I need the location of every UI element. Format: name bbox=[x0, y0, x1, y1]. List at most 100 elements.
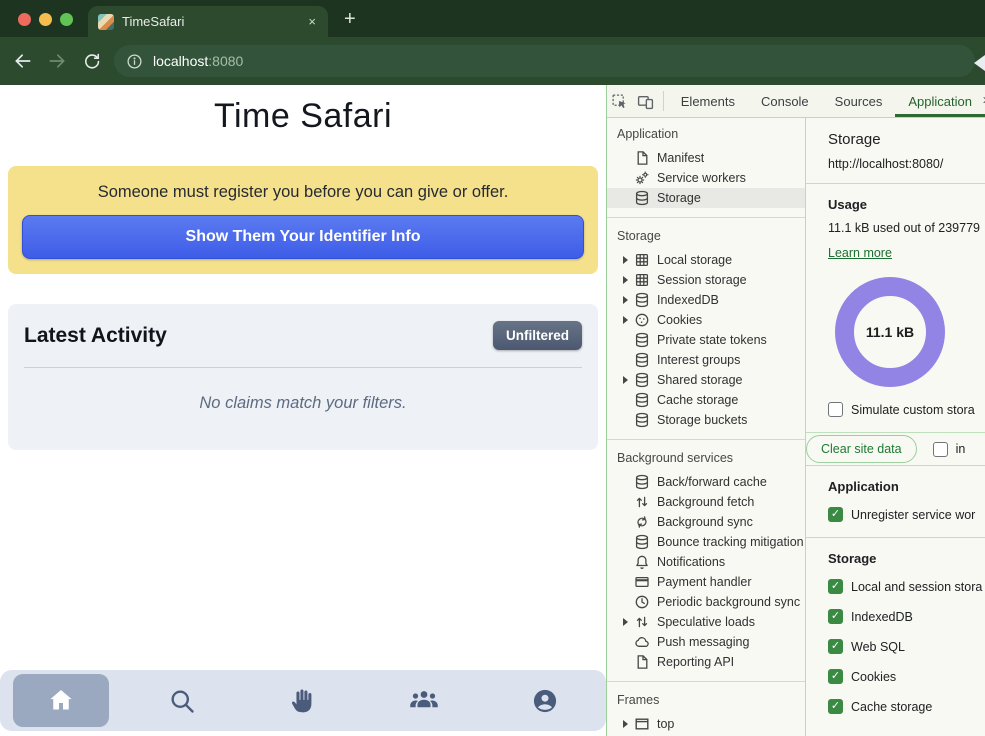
cookies-row: Cookies bbox=[828, 669, 985, 684]
people-icon bbox=[409, 686, 439, 716]
cookie-icon bbox=[634, 312, 650, 328]
nav-offers[interactable] bbox=[242, 670, 363, 731]
tree-item-manifest[interactable]: Manifest bbox=[607, 148, 805, 168]
indexeddb-checkbox[interactable] bbox=[828, 609, 843, 624]
show-identifier-info-button[interactable]: Show Them Your Identifier Info bbox=[22, 215, 584, 259]
usage-text: 11.1 kB used out of 239779 bbox=[828, 221, 985, 235]
close-tab-icon[interactable]: × bbox=[306, 14, 318, 29]
section-header: Storage bbox=[607, 218, 805, 250]
reload-button[interactable] bbox=[74, 44, 108, 78]
tree-item-payment-handler[interactable]: Payment handler bbox=[607, 572, 805, 592]
nav-contacts[interactable] bbox=[364, 670, 485, 731]
tree-item-background-fetch[interactable]: Background fetch bbox=[607, 492, 805, 512]
expand-arrow-icon[interactable] bbox=[623, 720, 634, 728]
expand-arrow-icon[interactable] bbox=[623, 256, 634, 264]
back-button[interactable] bbox=[6, 44, 40, 78]
devtools-toolbar: Elements Console Sources Application » bbox=[607, 85, 985, 118]
tree-item-back-forward-cache[interactable]: Back/forward cache bbox=[607, 472, 805, 492]
unfiltered-button[interactable]: Unfiltered bbox=[493, 321, 582, 350]
local-session-storage-checkbox[interactable] bbox=[828, 579, 843, 594]
mouse-cursor bbox=[974, 55, 985, 71]
tree-item-background-sync[interactable]: Background sync bbox=[607, 512, 805, 532]
expand-arrow-icon[interactable] bbox=[623, 276, 634, 284]
web-sql-row: Web SQL bbox=[828, 639, 985, 654]
address-bar[interactable]: localhost:8080 bbox=[114, 45, 975, 77]
tree-item-speculative-loads[interactable]: Speculative loads bbox=[607, 612, 805, 632]
nav-home[interactable] bbox=[0, 670, 121, 731]
application-heading: Application bbox=[828, 479, 985, 494]
hand-icon bbox=[289, 687, 317, 715]
tree-item-periodic-background-sync[interactable]: Periodic background sync bbox=[607, 592, 805, 612]
expand-arrow-icon[interactable] bbox=[623, 376, 634, 384]
tree-item-bounce-tracking-mitigation[interactable]: Bounce tracking mitigation bbox=[607, 532, 805, 552]
tab-console[interactable]: Console bbox=[748, 85, 822, 117]
tab-elements[interactable]: Elements bbox=[668, 85, 748, 117]
tree-item-cache-storage[interactable]: Cache storage bbox=[607, 390, 805, 410]
nav-search[interactable] bbox=[121, 670, 242, 731]
clock-icon bbox=[634, 594, 650, 610]
minimize-window-button[interactable] bbox=[39, 13, 52, 26]
divider bbox=[24, 367, 582, 368]
tab-sources[interactable]: Sources bbox=[822, 85, 896, 117]
include-cookies-label: in bbox=[956, 442, 966, 456]
tree-item-push-messaging[interactable]: Push messaging bbox=[607, 632, 805, 652]
browser-window: TimeSafari × + localhost:8080 Time Safar… bbox=[0, 0, 985, 736]
cookies-label: Cookies bbox=[851, 670, 896, 684]
tab-application[interactable]: Application bbox=[895, 85, 985, 117]
tree-item-reporting-api[interactable]: Reporting API bbox=[607, 652, 805, 672]
devtools-panel: Elements Console Sources Application » A… bbox=[606, 85, 985, 736]
tree-item-private-state-tokens[interactable]: Private state tokens bbox=[607, 330, 805, 350]
database-icon bbox=[634, 292, 650, 308]
bottom-navigation bbox=[0, 670, 606, 731]
clear-site-data-button[interactable]: Clear site data bbox=[806, 435, 917, 463]
tree-item-notifications[interactable]: Notifications bbox=[607, 552, 805, 572]
tree-item-session-storage[interactable]: Session storage bbox=[607, 270, 805, 290]
profile-icon bbox=[531, 687, 559, 715]
tree-item-cookies[interactable]: Cookies bbox=[607, 310, 805, 330]
indexeddb-row: IndexedDB bbox=[828, 609, 985, 624]
tab-strip: TimeSafari × + bbox=[0, 0, 985, 37]
device-toolbar-button[interactable] bbox=[633, 85, 659, 117]
cookies-checkbox[interactable] bbox=[828, 669, 843, 684]
close-window-button[interactable] bbox=[18, 13, 31, 26]
tree-item-shared-storage[interactable]: Shared storage bbox=[607, 370, 805, 390]
tree-item-indexeddb[interactable]: IndexedDB bbox=[607, 290, 805, 310]
web-sql-checkbox[interactable] bbox=[828, 639, 843, 654]
expand-arrow-icon[interactable] bbox=[623, 296, 634, 304]
section-header: Application bbox=[607, 118, 805, 148]
expand-arrow-icon[interactable] bbox=[623, 618, 634, 626]
inspect-element-button[interactable] bbox=[607, 85, 633, 117]
tree-item-interest-groups[interactable]: Interest groups bbox=[607, 350, 805, 370]
include-cookies-checkbox[interactable] bbox=[933, 442, 948, 457]
expand-arrow-icon[interactable] bbox=[623, 316, 634, 324]
back-arrow-icon bbox=[13, 51, 33, 71]
tree-item-local-storage[interactable]: Local storage bbox=[607, 250, 805, 270]
browser-tab[interactable]: TimeSafari × bbox=[88, 6, 328, 37]
forward-button[interactable] bbox=[40, 44, 74, 78]
page-title: Time Safari bbox=[0, 97, 606, 136]
gears-icon bbox=[634, 170, 650, 186]
tab-title: TimeSafari bbox=[122, 14, 298, 29]
cache-storage-row: Cache storage bbox=[828, 699, 985, 714]
database-icon bbox=[634, 332, 650, 348]
tree-item-storage-buckets[interactable]: Storage buckets bbox=[607, 410, 805, 430]
new-tab-button[interactable]: + bbox=[344, 8, 356, 31]
simulate-storage-checkbox[interactable] bbox=[828, 402, 843, 417]
reload-icon bbox=[82, 52, 101, 71]
tree-item-top-frame[interactable]: top bbox=[607, 714, 805, 734]
learn-more-link[interactable]: Learn more bbox=[828, 246, 892, 260]
file-icon bbox=[634, 150, 650, 166]
tree-item-service-workers[interactable]: Service workers bbox=[607, 168, 805, 188]
section-header: Background services bbox=[607, 440, 805, 472]
unregister-service-workers-checkbox[interactable] bbox=[828, 507, 843, 522]
pane-origin: http://localhost:8080/ bbox=[828, 157, 985, 171]
maximize-window-button[interactable] bbox=[60, 13, 73, 26]
cache-storage-label: Cache storage bbox=[851, 700, 932, 714]
database-icon bbox=[634, 412, 650, 428]
sidebar-section-background-services: Background services Back/forward cache B… bbox=[607, 440, 805, 682]
cache-storage-checkbox[interactable] bbox=[828, 699, 843, 714]
nav-profile[interactable] bbox=[485, 670, 606, 731]
up-down-arrows-icon bbox=[634, 494, 650, 510]
include-cookies-row: in bbox=[933, 442, 966, 457]
tree-item-storage[interactable]: Storage bbox=[607, 188, 805, 208]
